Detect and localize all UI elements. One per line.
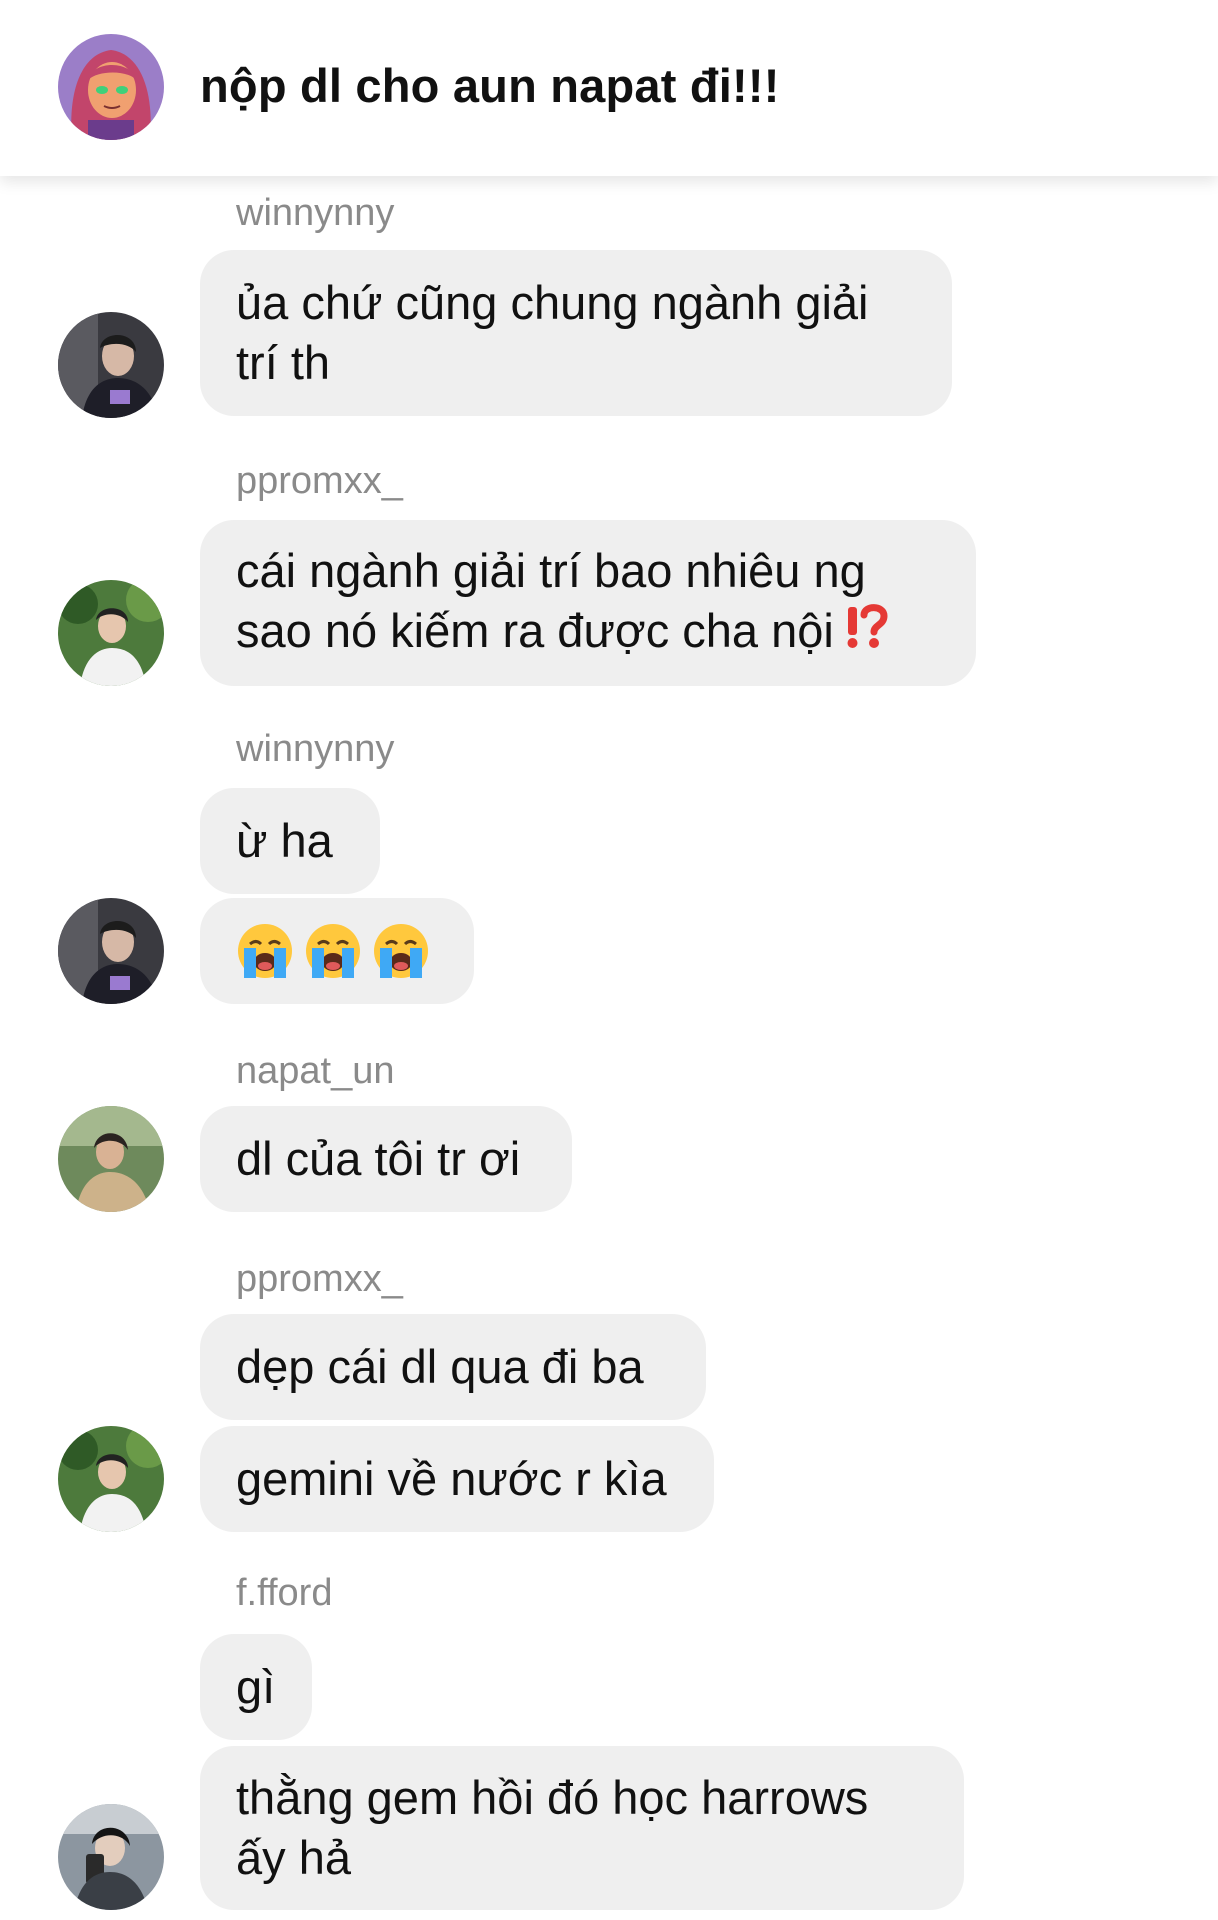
- chat-title: nộp dl cho aun napat đi!!!: [200, 59, 780, 112]
- message-bubble[interactable]: [200, 898, 474, 1004]
- avatar-f-fford[interactable]: [58, 1804, 164, 1910]
- message-text: thằng gem hồi đó học harrows ấy hả: [236, 1771, 869, 1884]
- exclamation-question-icon: [840, 601, 890, 665]
- message-bubble[interactable]: dl của tôi tr ơi: [200, 1106, 572, 1212]
- avatar-ppromxx[interactable]: [58, 580, 164, 686]
- message-bubble[interactable]: gì: [200, 1634, 312, 1740]
- avatar-winnynny[interactable]: [58, 898, 164, 1004]
- loudly-crying-face-icon: [374, 924, 428, 978]
- sender-name: winnynny: [236, 192, 395, 234]
- message-text: gemini về nước r kìa: [236, 1452, 667, 1505]
- chat-header: nộp dl cho aun napat đi!!!: [0, 0, 1218, 176]
- message-text: ừ ha: [236, 814, 333, 867]
- message-bubble[interactable]: ừ ha: [200, 788, 380, 894]
- message-bubble[interactable]: ủa chứ cũng chung ngành giải trí th: [200, 250, 952, 416]
- group-avatar[interactable]: [58, 34, 164, 140]
- avatar-winnynny[interactable]: [58, 312, 164, 418]
- sender-name: f.fford: [236, 1572, 333, 1614]
- message-text: ủa chứ cũng chung ngành giải trí th: [236, 276, 869, 389]
- loudly-crying-face-icon: [238, 924, 292, 978]
- message-bubble[interactable]: dẹp cái dl qua đi ba: [200, 1314, 706, 1420]
- loudly-crying-face-icon: [306, 924, 360, 978]
- message-text: gì: [236, 1660, 276, 1713]
- avatar-napat-un[interactable]: [58, 1106, 164, 1212]
- avatar-ppromxx[interactable]: [58, 1426, 164, 1532]
- message-bubble[interactable]: thằng gem hồi đó học harrows ấy hả: [200, 1746, 964, 1910]
- message-bubble[interactable]: cái ngành giải trí bao nhiêu ng sao nó k…: [200, 520, 976, 686]
- message-text: dẹp cái dl qua đi ba: [236, 1340, 644, 1393]
- emoji-row: [236, 922, 430, 980]
- sender-name: ppromxx_: [236, 1258, 403, 1300]
- message-text: dl của tôi tr ơi: [236, 1132, 521, 1185]
- sender-name: napat_un: [236, 1050, 395, 1092]
- starfire-avatar-icon: [58, 34, 164, 140]
- message-text: cái ngành giải trí bao nhiêu ng sao nó k…: [236, 541, 890, 665]
- message-list[interactable]: winnynny ủa chứ cũng chung ngành giải tr…: [0, 176, 1218, 1920]
- sender-name: winnynny: [236, 728, 395, 770]
- message-bubble[interactable]: gemini về nước r kìa: [200, 1426, 714, 1532]
- sender-name: ppromxx_: [236, 460, 403, 502]
